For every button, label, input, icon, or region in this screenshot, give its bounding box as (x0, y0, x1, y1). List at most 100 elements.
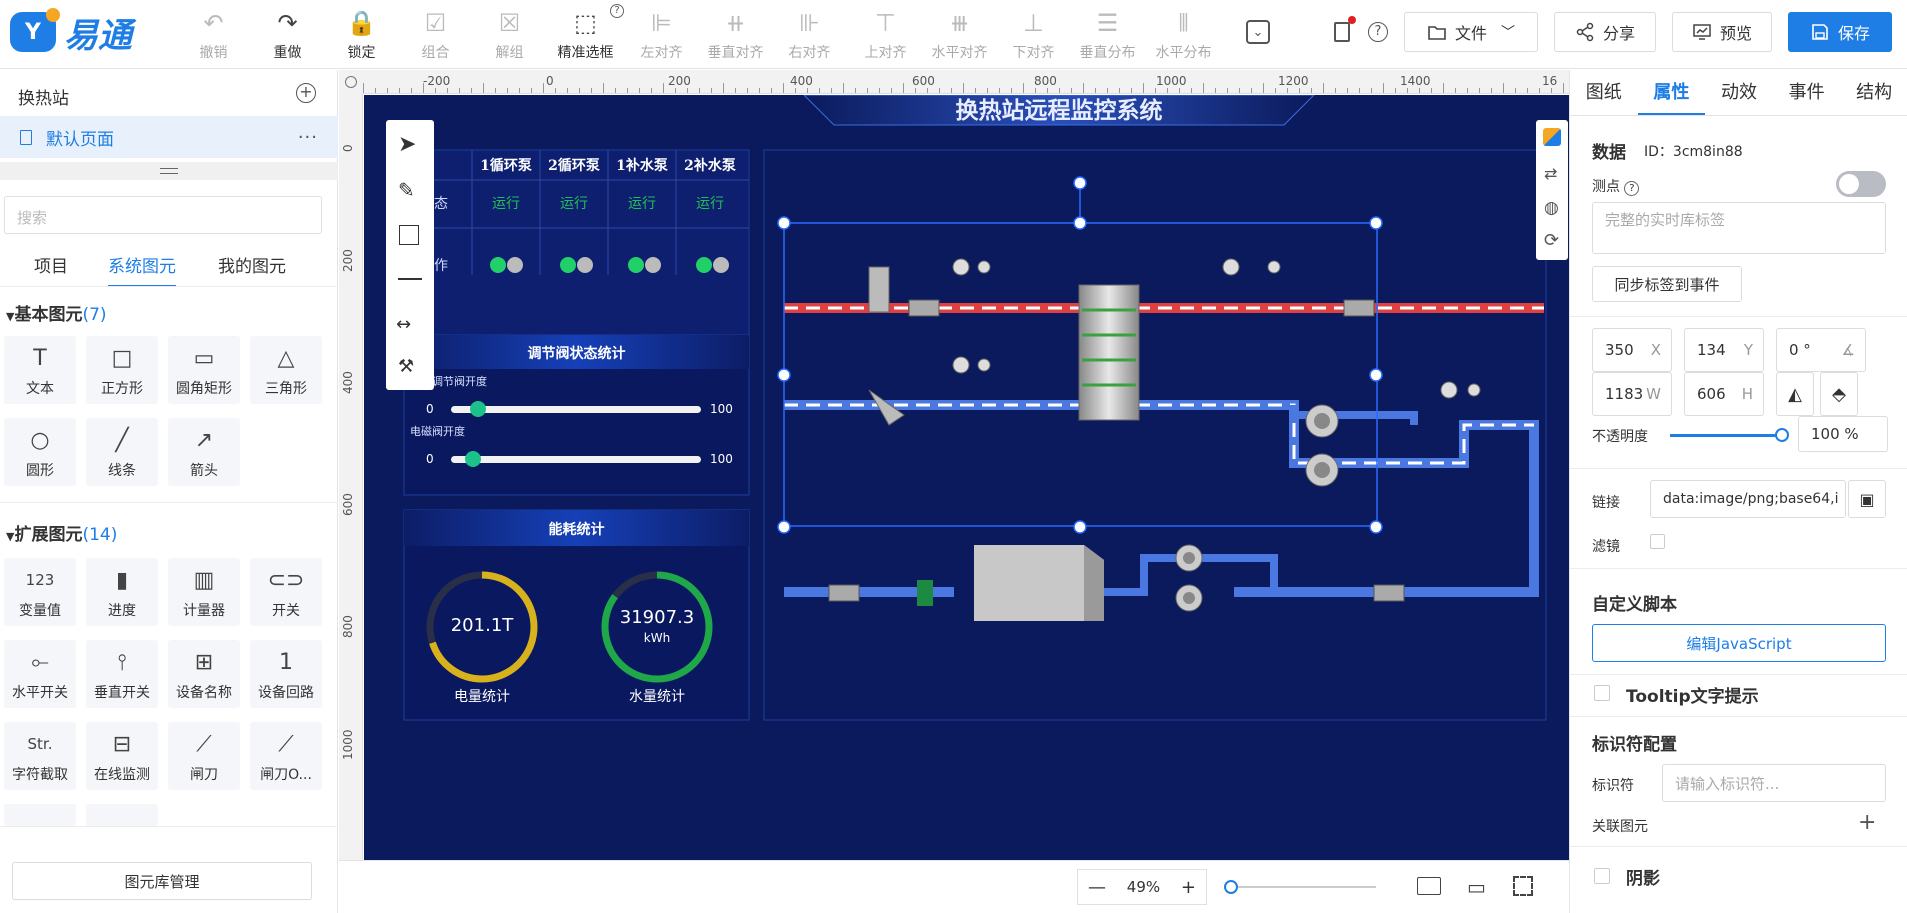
line-tool-icon[interactable] (398, 278, 422, 280)
canvas-area[interactable]: -200 0 200 400 600 800 1000 1200 1400 16 0 200 400 6… (339, 70, 1569, 913)
help-icon[interactable]: ? (1624, 181, 1640, 196)
element-circle[interactable]: ○ 圆形 (4, 418, 76, 486)
h-input[interactable]: 606 H (1684, 372, 1764, 416)
right-tab-4[interactable]: 结构 (1840, 70, 1907, 115)
left-tab-2[interactable]: 我的图元 (218, 252, 286, 285)
page-item-default[interactable]: 默认页面 ··· (0, 116, 338, 158)
brush-tool-icon[interactable]: ⚒ (398, 356, 414, 377)
toolbar-undo-button[interactable]: ↶ 撤销 (176, 8, 251, 64)
point-toggle[interactable] (1836, 171, 1886, 197)
zoom-out-icon[interactable]: — (1088, 877, 1106, 898)
right-tab-1[interactable]: 属性 (1637, 70, 1706, 115)
add-page-icon[interactable]: + (296, 83, 316, 103)
element-vertical-switch[interactable]: ⫯ 垂直开关 (86, 640, 158, 708)
image-picker-icon[interactable]: ▣ (1848, 480, 1886, 518)
document-icon[interactable] (1334, 22, 1350, 42)
filter-checkbox[interactable] (1650, 534, 1665, 549)
design-screen[interactable]: 换热站远程监控系统 1循环泵 2循环泵 1补水泵 2补水泵 状态 运行 运行 运行 运行 操… (364, 95, 1569, 860)
extended-elements-header[interactable]: ▼扩展图元(14) (6, 520, 117, 545)
element-switch[interactable]: ⊂⊃ 开关 (250, 558, 322, 626)
toolbar-distribute-h-button[interactable]: ⦀ 水平分布 (1146, 8, 1221, 64)
element-variable[interactable]: 123 变量值 (4, 558, 76, 626)
file-button[interactable]: 文件 ﹀ (1404, 12, 1538, 52)
element-knife-switch-o[interactable]: ⟋ 闸刀O... (250, 722, 322, 790)
palette-icon[interactable]: ◍ (1544, 198, 1559, 218)
element-arrow[interactable]: ↗ 箭头 (168, 418, 240, 486)
opacity-slider-knob[interactable] (1775, 428, 1789, 442)
element-progress[interactable]: ▮ 进度 (86, 558, 158, 626)
element-rounded-rect[interactable]: ▭ 圆角矩形 (168, 336, 240, 404)
w-input[interactable]: 1183 W (1592, 372, 1672, 416)
element-triangle[interactable]: △ 三角形 (250, 336, 322, 404)
link-input[interactable]: data:image/png;base64,i (1650, 480, 1846, 518)
tooltip-checkbox[interactable] (1594, 685, 1610, 701)
toolbar-align-vcenter-button[interactable]: ⧺ 垂直对齐 (698, 8, 773, 64)
splitter-handle[interactable] (0, 162, 338, 180)
zoom-in-icon[interactable]: + (1181, 877, 1196, 898)
angle-input[interactable]: 0 ° ∡ (1776, 328, 1866, 372)
replace-icon[interactable]: ⇄ (1544, 164, 1557, 183)
toolbar-group-button[interactable]: ☑ 组合 (398, 8, 473, 64)
horizontal-ruler[interactable]: -200 0 200 400 600 800 1000 1200 1400 16 (363, 70, 1569, 94)
search-input[interactable]: 搜索 (4, 196, 322, 234)
flip-horizontal-icon[interactable]: ◭ (1776, 372, 1814, 416)
preview-button[interactable]: 预览 (1672, 12, 1772, 52)
toolbar-ungroup-button[interactable]: ☒ 解组 (472, 8, 547, 64)
shadow-checkbox[interactable] (1594, 868, 1610, 884)
sync-tag-button[interactable]: 同步标签到事件 (1592, 266, 1742, 302)
x-input[interactable]: 350 X (1592, 328, 1672, 372)
help-icon[interactable]: ? (1368, 22, 1388, 42)
right-tab-3[interactable]: 事件 (1773, 70, 1841, 115)
toolbar-distribute-v-button[interactable]: ☰ 垂直分布 (1070, 8, 1145, 64)
measure-tool-icon[interactable]: ↔ (396, 314, 411, 335)
fullscreen-icon[interactable] (1513, 876, 1533, 896)
left-tab-1[interactable]: 系统图元 (108, 252, 176, 287)
basic-elements-header[interactable]: ▼基本图元(7) (6, 300, 107, 325)
toolbar-align-top-button[interactable]: ⊤ 上对齐 (848, 8, 923, 64)
ruler-corner[interactable] (339, 70, 363, 94)
add-related-icon[interactable]: + (1858, 810, 1876, 835)
toolbar-align-hcenter-button[interactable]: ⧻ 水平对齐 (922, 8, 997, 64)
map-icon[interactable]: ▭ (1467, 875, 1486, 899)
opacity-input[interactable]: 100 % (1798, 416, 1888, 452)
refresh-icon[interactable]: ⟳ (1544, 230, 1559, 251)
vertical-ruler[interactable]: 0 200 400 600 800 1000 (339, 94, 363, 860)
keyboard-icon[interactable] (1417, 877, 1441, 895)
dropdown-menu-icon[interactable]: ⌄ (1246, 20, 1270, 44)
element-online-monitor[interactable]: ⊟ 在线监测 (86, 722, 158, 790)
toolbar-align-right-button[interactable]: ⊪ 右对齐 (772, 8, 847, 64)
element-knife-switch[interactable]: ⟋ 闸刀 (168, 722, 240, 790)
left-tab-0[interactable]: 项目 (34, 252, 68, 285)
zoom-slider-knob[interactable] (1224, 880, 1238, 894)
element-text[interactable]: T 文本 (4, 336, 76, 404)
element-device-name[interactable]: ⊞ 设备名称 (168, 640, 240, 708)
realtime-tag-input[interactable]: 完整的实时库标签 (1592, 202, 1886, 254)
edit-javascript-button[interactable]: 编辑JavaScript (1592, 624, 1886, 662)
more-icon[interactable]: ··· (298, 127, 318, 148)
element-square[interactable]: □ 正方形 (86, 336, 158, 404)
flip-vertical-icon[interactable]: ⬘ (1820, 372, 1858, 416)
identifier-input[interactable]: 请输入标识符... (1662, 764, 1886, 802)
element-horizontal-switch[interactable]: ⟜ 水平开关 (4, 640, 76, 708)
right-tab-2[interactable]: 动效 (1705, 70, 1773, 115)
element-device-loop[interactable]: 1 设备回路 (250, 640, 322, 708)
opacity-slider[interactable] (1670, 428, 1789, 442)
share-button[interactable]: 分享 (1554, 12, 1656, 52)
element-string-cut[interactable]: Str. 字符截取 (4, 722, 76, 790)
right-tab-0[interactable]: 图纸 (1570, 70, 1638, 115)
save-button[interactable]: 保存 (1788, 12, 1892, 52)
toolbar-lock-button[interactable]: 🔒 锁定 (324, 8, 399, 64)
element-line[interactable]: ╱ 线条 (86, 418, 158, 486)
pen-tool-icon[interactable]: ✎ (398, 178, 415, 202)
rect-tool-icon[interactable] (399, 225, 419, 245)
library-manage-button[interactable]: 图元库管理 (12, 862, 312, 900)
element-cell-partial[interactable] (4, 804, 76, 826)
toolbar-align-left-button[interactable]: ⊫ 左对齐 (624, 8, 699, 64)
toolbar-redo-button[interactable]: ↷ 重做 (250, 8, 325, 64)
zoom-slider[interactable] (1224, 880, 1376, 894)
element-cell-partial[interactable] (86, 804, 158, 826)
toolbar-align-bottom-button[interactable]: ⊥ 下对齐 (996, 8, 1071, 64)
shapes-icon[interactable] (1543, 128, 1561, 146)
element-gauge[interactable]: ▥ 计量器 (168, 558, 240, 626)
y-input[interactable]: 134 Y (1684, 328, 1764, 372)
